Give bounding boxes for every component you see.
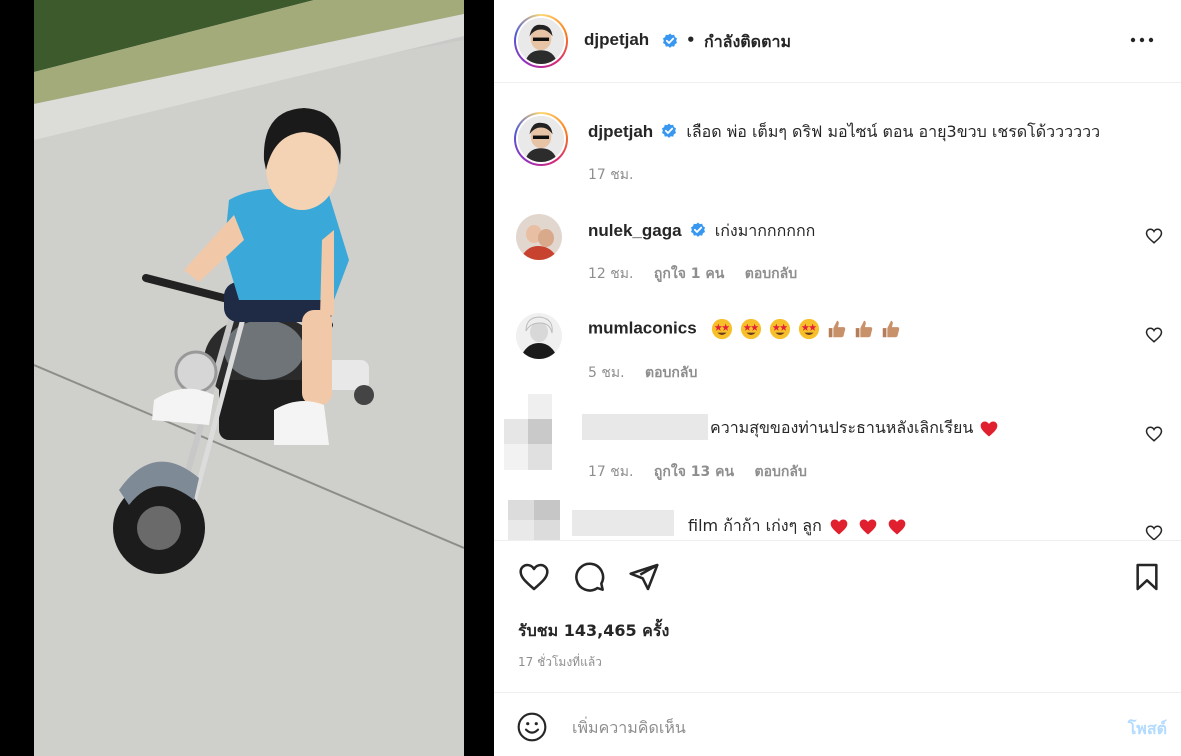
like-heart-icon[interactable] <box>518 561 550 593</box>
thumbs-up-emoji-icon <box>828 320 846 338</box>
reply-button[interactable]: ตอบกลับ <box>645 365 697 381</box>
comment-avatar[interactable] <box>516 313 562 359</box>
share-paper-plane-icon[interactable] <box>628 561 660 593</box>
comment-bubble-icon[interactable] <box>574 561 606 593</box>
separator-dot: • <box>686 31 696 49</box>
thumbs-up-emoji-icon <box>883 320 900 338</box>
comment-avatar-blurred <box>508 500 560 540</box>
following-button[interactable]: กำลังติดตาม <box>704 30 791 55</box>
pixelated-avatar-image <box>508 500 560 540</box>
comment-meta: 5 ชม. ตอบกลับ <box>588 362 713 384</box>
caption-username[interactable]: djpetjah <box>588 122 653 141</box>
comment-username[interactable]: nulek_gaga <box>588 221 682 240</box>
like-comment-heart-icon[interactable] <box>1145 425 1163 443</box>
author-avatar-image <box>518 18 564 64</box>
more-options-icon[interactable] <box>1129 30 1155 50</box>
like-comment-heart-icon[interactable] <box>1145 524 1163 540</box>
pixelated-avatar-image <box>504 394 560 470</box>
comment-avatar-blurred <box>504 394 560 470</box>
red-heart-emoji-icon <box>830 519 848 534</box>
comment-meta: 12 ชม. ถูกใจ 1 คน ตอบกลับ <box>588 263 813 285</box>
red-heart-emoji-icon <box>981 421 998 436</box>
post-sidebar: djpetjah • กำลังติดตาม djpetjah เลือด พ่… <box>494 0 1181 756</box>
comment-row: film ก้าก้า เก่งๆ ลูก <box>688 514 909 539</box>
emoji-group <box>710 318 903 340</box>
comment-likes[interactable]: ถูกใจ 1 คน <box>654 266 724 282</box>
video-frame[interactable] <box>34 0 464 756</box>
verified-badge-icon <box>662 123 677 138</box>
view-count[interactable]: รับชม 143,465 ครั้ง <box>518 619 669 644</box>
comment-time[interactable]: 12 ชม. <box>588 266 633 282</box>
reply-button[interactable]: ตอบกลับ <box>745 266 797 282</box>
author-avatar[interactable] <box>514 14 568 68</box>
post-comment-button[interactable]: โพสต์ <box>1128 717 1167 742</box>
verified-badge-icon <box>690 222 705 237</box>
comment-row: mumlaconics <box>588 318 902 340</box>
caption-avatar[interactable] <box>514 112 568 166</box>
star-struck-emoji-icon <box>711 318 732 340</box>
comment-avatar-image <box>516 214 562 260</box>
blurred-username <box>572 510 674 536</box>
caption-time[interactable]: 17 ชม. <box>588 167 633 183</box>
like-comment-heart-icon[interactable] <box>1145 326 1163 344</box>
post-timestamp: 17 ชั่วโมงที่แล้ว <box>518 655 602 669</box>
comment-row: ความสุขของท่านประธานหลังเลิกเรียน <box>710 416 1000 441</box>
comment-text: ความสุขของท่านประธานหลังเลิกเรียน <box>710 418 974 437</box>
verified-badge-icon <box>663 33 677 48</box>
caption-text: เลือด พ่อ เต็มๆ ดริฟ มอไซน์ ตอน อายุ3ขวบ… <box>686 122 1101 141</box>
red-heart-emoji-icon <box>888 519 906 534</box>
reply-button[interactable]: ตอบกลับ <box>755 464 807 480</box>
thumbs-up-emoji-icon <box>855 320 873 338</box>
comment-username[interactable]: mumlaconics <box>588 319 697 338</box>
save-bookmark-icon[interactable] <box>1131 561 1163 593</box>
comment-likes[interactable]: ถูกใจ 13 คน <box>654 464 734 480</box>
post-header: djpetjah • กำลังติดตาม <box>494 0 1181 83</box>
comment-input[interactable] <box>572 713 1092 741</box>
like-comment-heart-icon[interactable] <box>1145 227 1163 245</box>
comment-text: เก่งมากกกกกก <box>714 221 816 240</box>
action-bar: รับชม 143,465 ครั้ง 17 ชั่วโมงที่แล้ว <box>494 540 1181 692</box>
caption-meta: 17 ชม. <box>588 164 649 186</box>
comment-composer: โพสต์ <box>494 692 1181 756</box>
star-struck-emoji-icon <box>769 318 791 340</box>
comment-time[interactable]: 5 ชม. <box>588 365 625 381</box>
comment-time[interactable]: 17 ชม. <box>588 464 633 480</box>
star-struck-emoji-icon <box>798 318 820 340</box>
comment-row: nulek_gaga เก่งมากกกกกก <box>588 219 815 244</box>
comment-text: film ก้าก้า เก่งๆ ลูก <box>688 516 822 535</box>
comment-avatar[interactable] <box>516 214 562 260</box>
caption-avatar-image <box>518 116 564 162</box>
comment-avatar-image <box>516 313 562 359</box>
star-struck-emoji-icon <box>740 318 761 340</box>
caption: djpetjah เลือด พ่อ เต็มๆ ดริฟ มอไซน์ ตอน… <box>588 120 1100 145</box>
author-username[interactable]: djpetjah <box>584 30 649 50</box>
red-heart-emoji-icon <box>859 519 877 534</box>
emoji-smiley-icon[interactable] <box>516 711 548 743</box>
comment-meta: 17 ชม. ถูกใจ 13 คน ตอบกลับ <box>588 461 823 483</box>
comments-list[interactable]: djpetjah เลือด พ่อ เต็มๆ ดริฟ มอไซน์ ตอน… <box>494 84 1181 540</box>
blurred-username <box>582 414 708 440</box>
post-media[interactable] <box>0 0 494 756</box>
